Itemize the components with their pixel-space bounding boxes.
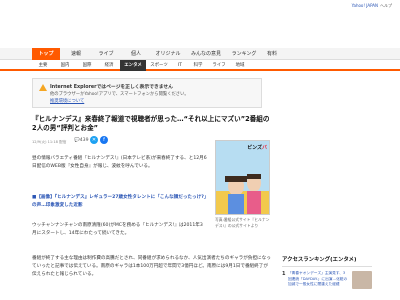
logo-row [0, 12, 400, 48]
nav-tab-paid[interactable]: 有料 [262, 48, 282, 60]
nav-tab-live[interactable]: ライブ [92, 48, 120, 60]
ranking-item[interactable]: 1 「青春ヤオンデーズ」主演見す、3回連続「DAYDAY.」に出演…化粧の加減で… [282, 271, 372, 293]
sub-tab-local[interactable]: 地域 [230, 60, 250, 71]
access-ranking: アクセスランキング(エンタメ) 1 「青春ヤオンデーズ」主演見す、3回連続「DA… [282, 255, 372, 293]
nav-tab-top[interactable]: トップ [32, 48, 60, 60]
ranking-thumbnail[interactable] [352, 271, 372, 289]
nav-tab-personal[interactable]: 個人 [122, 48, 150, 60]
access-ranking-title: アクセスランキング(エンタメ) [282, 255, 372, 267]
photo-caption: 写真:番組公式サイト『ヒルナンデス!』の公式サイトより [215, 217, 270, 228]
sub-tab-domestic[interactable]: 国内 [54, 60, 76, 71]
nav-tab-breaking[interactable]: 速報 [62, 48, 90, 60]
related-article-link[interactable]: ■【画像】『ヒルナンデス』レギュラー27歳女性タレントに「こんな顔だったっけ?」… [32, 194, 212, 210]
presenters-illustration [216, 174, 269, 214]
sub-tab-economy[interactable]: 経済 [98, 60, 120, 71]
global-nav: トップ 速報 ライブ 個人 オリジナル みんなの意見 ランキング 有料 [0, 48, 400, 60]
recommended-env-link[interactable]: 推奨環境について [50, 98, 84, 104]
warning-icon [39, 84, 47, 91]
sub-tab-sports[interactable]: スポーツ [146, 60, 172, 71]
top-bar: Yahoo! JAPAN ヘルプ [0, 0, 400, 12]
sub-tab-it[interactable]: IT [172, 60, 188, 71]
ranking-number: 1 [282, 271, 286, 277]
article-paragraph-1: 昼の情報バラエティ番組『ヒルナンデス!』(日本テレビ系)が来春終了する、と12月… [32, 156, 207, 169]
nav-tab-ranking[interactable]: ランキング [228, 48, 260, 60]
sub-tab-main[interactable]: 主要 [32, 60, 54, 71]
nav-tab-original[interactable]: オリジナル [152, 48, 184, 60]
browser-warning: Internet Explorerではページを正しく表示できません 他のブラウザ… [32, 78, 262, 108]
article-paragraph-2: ウッチャンナンチャンの南原清隆(60)がMCを務める『ヒルナンデス!』は2011… [32, 223, 203, 236]
article-headline: 『ヒルナンデス』来春終了報道で視聴者が思った…“それ以上にマズい”2番組の2人の… [32, 115, 270, 132]
sub-tab-international[interactable]: 国際 [76, 60, 98, 71]
ranking-title[interactable]: 「青春ヤオンデーズ」主演見す、3回連続「DAYDAY.」に出演…化粧の加減で一般… [288, 271, 348, 288]
yahoo-japan-link[interactable]: Yahoo! JAPAN [352, 3, 378, 8]
comment-count[interactable]: 💬439 [74, 138, 89, 143]
browser-warning-title: Internet Explorerではページを正しく表示できません [50, 85, 173, 90]
category-nav: 主要 国内 国際 経済 エンタメ スポーツ IT 科学 ライフ 地域 [0, 60, 400, 71]
browser-warning-desc: 他のブラウザーかYahoo!アプリで、スマートフォンから閲覧ください。 [50, 92, 189, 97]
facebook-share-icon[interactable]: f [100, 136, 108, 144]
sub-tab-science[interactable]: 科学 [188, 60, 208, 71]
article-paragraph-3: 番組が終了する主な理由は制作費の高騰だとされ、同番組が求められるなか、人気出演者… [32, 256, 271, 277]
twitter-share-icon[interactable]: ✕ [90, 136, 98, 144]
sub-tab-entertainment[interactable]: エンタメ [120, 60, 146, 71]
article-photo[interactable]: ピンズバ [215, 140, 270, 215]
article-meta: 12/9(火) 11:18 配信 [32, 140, 67, 144]
sub-tab-life[interactable]: ライフ [208, 60, 230, 71]
help-link[interactable]: ヘルプ [380, 3, 392, 9]
nav-tab-opinions[interactable]: みんなの意見 [188, 48, 224, 60]
share-buttons: ✕ f [90, 136, 110, 144]
comment-count-value: 439 [79, 138, 89, 143]
